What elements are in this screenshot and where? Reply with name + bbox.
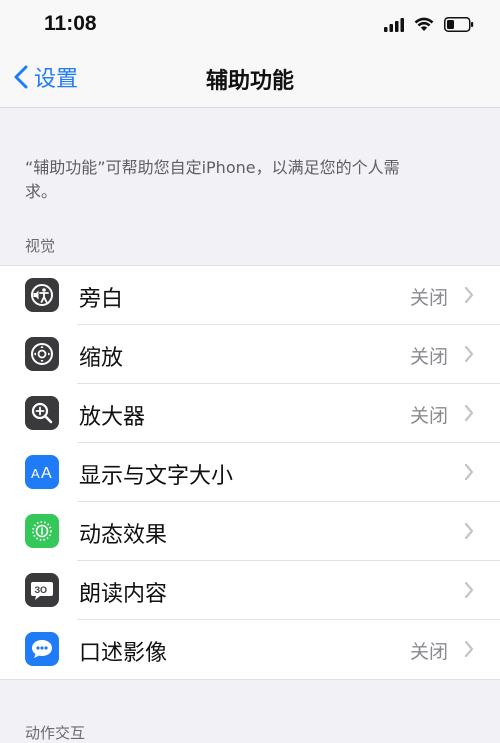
battery-icon [444, 17, 474, 32]
list-item-label: 朗读内容 [79, 582, 168, 607]
svg-text:ЗО: ЗО [35, 585, 48, 595]
list-item-value: 关闭 [409, 287, 448, 309]
motion-icon [25, 514, 59, 548]
chevron-right-icon [464, 463, 474, 481]
svg-text:A: A [31, 466, 40, 481]
list-item-label: 缩放 [79, 346, 124, 371]
page-description: “辅助功能”可帮助您自定iPhone，以满足您的个人需求。 [25, 158, 400, 201]
chevron-right-icon [464, 345, 474, 363]
status-time: 11:08 [44, 12, 97, 35]
spoken-content-icon: ЗО [25, 573, 59, 607]
magnifier-icon [25, 396, 59, 430]
list-item-label: 放大器 [79, 405, 146, 430]
list-item-label: 动态效果 [79, 523, 168, 548]
chevron-right-icon [464, 286, 474, 304]
zoom-icon [25, 337, 59, 371]
chevron-right-icon [464, 640, 474, 658]
list-item-magnifier[interactable]: 放大器 关闭 [0, 384, 500, 443]
navigation-bar: 设置 辅助功能 [0, 50, 500, 108]
status-icons [384, 17, 474, 32]
list-item-label: 显示与文字大小 [79, 464, 234, 489]
text-size-icon: A A [25, 455, 59, 489]
wifi-icon [414, 17, 434, 31]
list-item-value: 关闭 [409, 346, 448, 368]
chevron-right-icon [464, 404, 474, 422]
section-header-physical-motor: 动作交互 [25, 724, 86, 742]
list-item-value: 关闭 [409, 405, 448, 427]
svg-text:A: A [41, 465, 52, 482]
list-item-label: 口述影像 [79, 641, 168, 666]
status-bar: 11:08 [0, 0, 500, 50]
section-header-vision: 视觉 [25, 237, 56, 255]
list-item-zoom[interactable]: 缩放 关闭 [0, 325, 500, 384]
vision-settings-list: 旁白 关闭 缩放 关闭 放大器 关闭 A A 显示与文字大小 动态效果 ЗО 朗… [0, 265, 500, 680]
chevron-right-icon [464, 522, 474, 540]
list-item-display-text-size[interactable]: A A 显示与文字大小 [0, 443, 500, 502]
cellular-signal-icon [384, 17, 404, 32]
voiceover-icon [25, 278, 59, 312]
list-item-audio-descriptions[interactable]: 口述影像 关闭 [0, 620, 500, 679]
list-item-value: 关闭 [409, 641, 448, 663]
page-title: 辅助功能 [205, 69, 294, 94]
list-item-spoken-content[interactable]: ЗО 朗读内容 [0, 561, 500, 620]
audio-description-icon [25, 632, 59, 666]
list-item-voiceover[interactable]: 旁白 关闭 [0, 266, 500, 325]
list-item-motion[interactable]: 动态效果 [0, 502, 500, 561]
chevron-right-icon [464, 581, 474, 599]
list-item-label: 旁白 [79, 287, 124, 312]
